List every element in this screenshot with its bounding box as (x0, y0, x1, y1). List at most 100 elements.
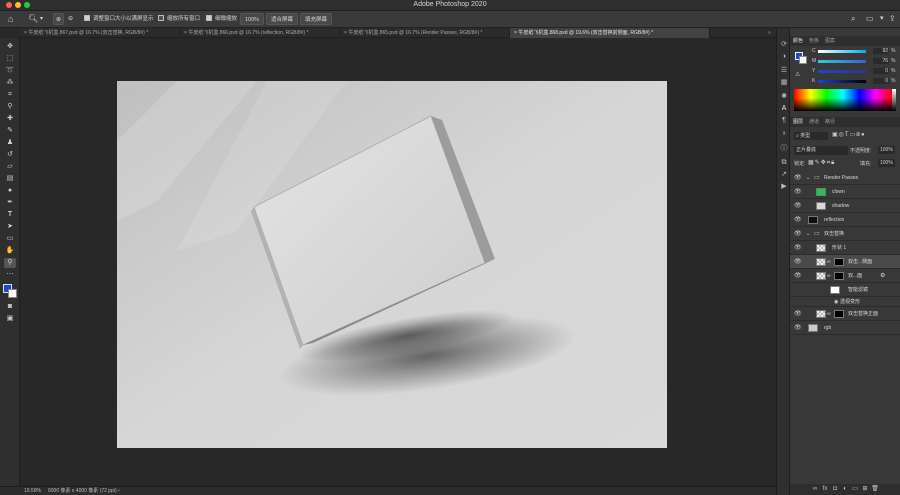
paths-icon[interactable]: ↗ (779, 170, 789, 180)
visibility-eye-icon[interactable]: 👁︎ (794, 185, 802, 199)
search-icon[interactable]: ⌕ (851, 13, 855, 25)
link-icon[interactable]: ∞ (827, 255, 831, 269)
chevron-down-icon[interactable]: ▾ (880, 13, 884, 25)
grayscale-ramp[interactable] (892, 89, 896, 111)
brush-tool-icon[interactable]: ✎ (4, 126, 16, 136)
zoom-all-windows-checkbox[interactable]: 缩放所有窗口 (158, 13, 200, 25)
visibility-eye-icon[interactable]: 👁︎ (794, 255, 802, 269)
background-color-swatch[interactable] (799, 56, 807, 64)
layer-row[interactable]: 👁︎ ⌄ ▭ 双击替换 (790, 227, 900, 241)
slider-y[interactable] (818, 70, 866, 73)
status-zoom[interactable]: 19.59% (24, 487, 41, 495)
resize-windows-checkbox[interactable]: 调整窗口大小以满屏显示 (84, 13, 154, 25)
layer-row[interactable]: 👁︎ ⌄ ▭ Render Passes (790, 171, 900, 185)
screen-mode-icon[interactable]: ▣ (4, 314, 16, 324)
link-icon[interactable]: ∞ (827, 269, 831, 283)
history-icon[interactable]: ⟳ (779, 40, 789, 50)
zoom-out-icon[interactable]: ⊖ (68, 13, 73, 25)
close-icon[interactable]: × (24, 30, 27, 36)
new-layer-icon[interactable]: ⊞ (860, 484, 870, 495)
value-k[interactable]: 0 (873, 78, 889, 84)
document-tab[interactable]: × 牛皮纸飞机盒.866.psd @ 16.7% (reflection, RG… (180, 28, 340, 38)
zoom-value-field[interactable]: 100% (240, 13, 265, 25)
channels-icon[interactable]: ⧉ (779, 158, 789, 168)
brush-settings-icon[interactable]: ✺ (779, 92, 789, 102)
tabs-overflow-icon[interactable]: » (764, 28, 776, 38)
background-color-swatch[interactable] (8, 289, 17, 298)
tab-layers[interactable]: 图层 (790, 119, 806, 125)
paragraph-icon[interactable]: ¶ (779, 116, 789, 126)
adjustment-layer-icon[interactable]: ◐ (840, 484, 850, 495)
layer-mask-thumbnail[interactable] (834, 310, 844, 318)
visibility-eye-icon[interactable]: 👁︎ (794, 213, 802, 227)
layer-mask-thumbnail[interactable] (834, 272, 844, 280)
more-tools-icon[interactable]: ⋯ (4, 270, 16, 280)
chevron-down-icon[interactable]: ⌄ (806, 171, 810, 185)
visibility-eye-icon[interactable]: 👁︎ (794, 241, 802, 255)
zoom-tool-icon[interactable]: 🔍︎ (28, 13, 38, 25)
fill-screen-button[interactable]: 填充屏幕 (300, 13, 333, 25)
layer-filter-icons[interactable]: ▣◎T▭⧈● (832, 131, 866, 139)
history-brush-tool-icon[interactable]: ↺ (4, 150, 16, 160)
link-layers-icon[interactable]: ∞ (810, 484, 820, 495)
magic-wand-tool-icon[interactable]: ⁂ (4, 78, 16, 88)
close-icon[interactable]: × (184, 30, 187, 36)
visibility-eye-icon[interactable]: 👁︎ (794, 199, 802, 213)
value-y[interactable]: 0 (873, 68, 889, 74)
layer-row[interactable]: 👁︎ 形状 1 (790, 241, 900, 255)
eraser-tool-icon[interactable]: ▱ (4, 162, 16, 172)
lock-icons[interactable]: ▦✎✥⌗🔒︎ (808, 159, 835, 167)
path-selection-tool-icon[interactable]: ➤ (4, 222, 16, 232)
filter-visibility-icon[interactable]: ◉ (834, 297, 838, 307)
adjustments-icon[interactable]: ◑ (779, 52, 789, 62)
close-icon[interactable]: × (514, 30, 517, 36)
document-tab-active[interactable]: × 牛皮纸飞机盒.868.psd @ 19.6% (双击替换前侧面, RGB/8… (510, 28, 710, 38)
scrubby-zoom-checkbox[interactable]: 细微缩放 (206, 13, 237, 25)
workspace-icon[interactable]: ▭ (866, 13, 874, 25)
zoom-in-icon[interactable]: ⊕ (53, 13, 65, 25)
filter-mask-thumbnail[interactable] (830, 286, 840, 294)
eyedropper-tool-icon[interactable]: ⚲ (4, 102, 16, 112)
tab-color[interactable]: 颜色 (790, 38, 806, 44)
chevron-down-icon[interactable]: ⌄ (806, 227, 810, 241)
marquee-tool-icon[interactable]: ⬚ (4, 54, 16, 64)
layer-row[interactable]: 👁︎ rgb (790, 321, 900, 335)
layer-row[interactable]: 👁︎ ∞ 双...面 ⚙ (790, 269, 900, 283)
slider-k[interactable] (818, 80, 866, 83)
document-tab[interactable]: × 牛皮纸飞机盒.867.psd @ 16.7% (双击替换, RGB/8#) … (20, 28, 180, 38)
stamp-tool-icon[interactable]: ♟ (4, 138, 16, 148)
tab-paths[interactable]: 路径 (822, 119, 838, 125)
gradient-tool-icon[interactable]: ▤ (4, 174, 16, 184)
value-c[interactable]: 92 (873, 48, 889, 54)
properties-icon[interactable]: ☰ (779, 66, 789, 76)
layer-row[interactable]: 👁︎ shadow (790, 199, 900, 213)
link-icon[interactable]: ∞ (827, 307, 831, 321)
dodge-tool-icon[interactable]: ● (4, 186, 16, 196)
layer-filter-dropdown[interactable]: ⌕ 类型 (794, 132, 828, 140)
opacity-value[interactable]: 100% (878, 146, 895, 154)
crop-tool-icon[interactable]: ⌗ (4, 90, 16, 100)
layer-row-selected[interactable]: 👁︎ ∞ 双击...侧面 (790, 255, 900, 269)
tab-patterns[interactable]: 图案 (822, 38, 838, 44)
glyphs-icon[interactable]: ᵃ (779, 130, 789, 140)
actions-icon[interactable]: ▶ (779, 182, 789, 192)
quick-mask-icon[interactable]: ◙ (4, 302, 16, 312)
share-icon[interactable]: ⇪ (889, 13, 896, 25)
type-tool-icon[interactable]: T (4, 210, 16, 220)
value-m[interactable]: 76 (873, 58, 889, 64)
color-spectrum[interactable] (794, 89, 892, 111)
character-icon[interactable]: A (779, 104, 789, 114)
fit-screen-button[interactable]: 适合屏幕 (266, 13, 299, 25)
slider-c[interactable] (818, 50, 866, 53)
add-mask-icon[interactable]: ◘ (830, 484, 840, 495)
document-canvas[interactable] (117, 81, 667, 448)
slider-m[interactable] (818, 60, 866, 63)
layer-row[interactable]: 智能滤镜 (790, 283, 900, 297)
layer-row[interactable]: 👁︎ clown (790, 185, 900, 199)
tab-channels[interactable]: 通道 (806, 119, 822, 125)
healing-brush-tool-icon[interactable]: ✚ (4, 114, 16, 124)
layer-row[interactable]: 👁︎ reflection (790, 213, 900, 227)
close-icon[interactable]: × (344, 30, 347, 36)
tab-swatches[interactable]: 色板 (806, 38, 822, 44)
home-icon[interactable]: ⌂ (8, 13, 13, 25)
